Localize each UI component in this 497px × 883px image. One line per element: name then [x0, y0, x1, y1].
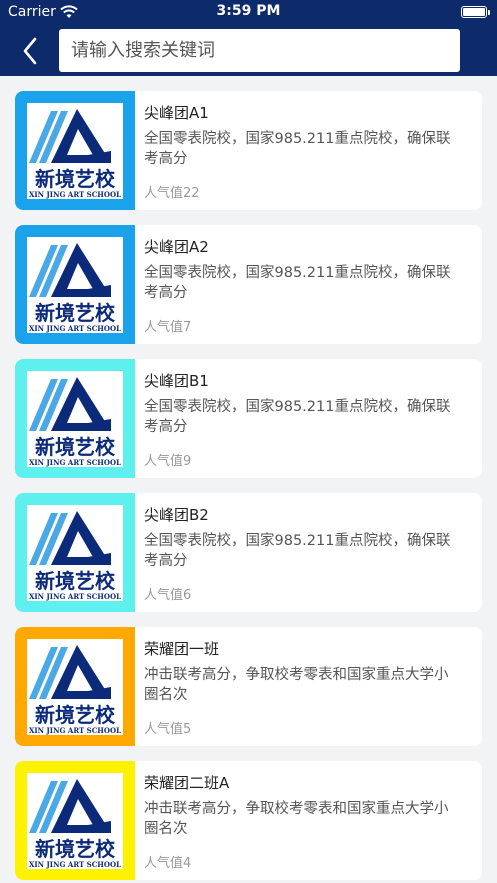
school-logo: 新境艺校 XIN JING ART SCHOOL: [15, 761, 135, 880]
item-description: 全国零表院校，国家985.211重点院校，确保联考高分: [144, 131, 451, 167]
logo-mark: 新境艺校XIN JING ART SCHOOL: [27, 773, 123, 869]
item-description: 冲击联考高分，争取校考零表和国家重点大学小圈名次: [144, 801, 449, 837]
logo-chinese-text: 新境艺校: [35, 837, 116, 861]
logo-chinese-text: 新境艺校: [35, 703, 116, 727]
item-description: 全国零表院校，国家985.211重点院校，确保联考高分: [144, 399, 451, 435]
list-item[interactable]: 新境艺校 XIN JING ART SCHOOL 尖峰团A1 全国零表院校，国家9…: [15, 91, 482, 210]
logo-mark: 新境艺校XIN JING ART SCHOOL: [27, 237, 123, 333]
list-item[interactable]: 新境艺校 XIN JING ART SCHOOL 尖峰团A2 全国零表院校，国家9…: [15, 225, 482, 344]
item-popularity: 人气值22: [144, 186, 200, 201]
logo-chinese-text: 新境艺校: [35, 301, 116, 325]
item-description: 全国零表院校，国家985.211重点院校，确保联考高分: [144, 533, 451, 569]
status-time: 3:59 PM: [216, 3, 281, 19]
item-title: 尖峰团B1: [144, 372, 209, 390]
nav-header: Carrier 3:59 PM: [0, 0, 497, 76]
list-item[interactable]: 新境艺校 XIN JING ART SCHOOL 尖峰团B1 全国零表院校，国家9…: [15, 359, 482, 478]
logo-english-text: XIN JING ART SCHOOL: [29, 860, 121, 869]
item-title: 荣耀团一班: [144, 640, 220, 658]
logo-mark: 新境艺校XIN JING ART SCHOOL: [27, 639, 123, 735]
logo-mark: 新境艺校XIN JING ART SCHOOL: [27, 371, 123, 467]
item-popularity: 人气值6: [144, 588, 192, 603]
logo-chinese-text: 新境艺校: [35, 569, 116, 593]
item-popularity: 人气值4: [144, 856, 192, 871]
logo-mark: 新境艺校XIN JING ART SCHOOL: [27, 505, 123, 601]
logo-mark: 新境艺校XIN JING ART SCHOOL: [27, 103, 123, 199]
item-popularity: 人气值9: [144, 454, 192, 469]
logo-english-text: XIN JING ART SCHOOL: [29, 458, 121, 467]
list-item[interactable]: 新境艺校 XIN JING ART SCHOOL 荣耀团一班 冲击联考高分，争取校…: [15, 627, 482, 746]
search-input[interactable]: [59, 29, 460, 72]
back-button[interactable]: [12, 33, 48, 69]
logo-english-text: XIN JING ART SCHOOL: [29, 324, 121, 333]
school-logo: 新境艺校 XIN JING ART SCHOOL: [15, 91, 135, 210]
item-title: 尖峰团A1: [144, 104, 209, 122]
battery-fill: [463, 8, 485, 16]
chevron-left-icon: [23, 37, 37, 65]
battery-cap: [488, 10, 490, 15]
item-title: 尖峰团B2: [144, 506, 209, 524]
school-logo: 新境艺校 XIN JING ART SCHOOL: [15, 493, 135, 612]
school-logo: 新境艺校 XIN JING ART SCHOOL: [15, 359, 135, 478]
logo-english-text: XIN JING ART SCHOOL: [29, 190, 121, 199]
list-item[interactable]: 新境艺校 XIN JING ART SCHOOL 荣耀团二班A 冲击联考高分，争取…: [15, 761, 482, 880]
item-description: 全国零表院校，国家985.211重点院校，确保联考高分: [144, 265, 451, 301]
battery-icon: [461, 6, 490, 18]
logo-chinese-text: 新境艺校: [35, 167, 116, 191]
item-popularity: 人气值7: [144, 320, 192, 335]
list-item[interactable]: 新境艺校 XIN JING ART SCHOOL 尖峰团B2 全国零表院校，国家9…: [15, 493, 482, 612]
status-bar: Carrier 3:59 PM: [0, 0, 497, 24]
item-popularity: 人气值5: [144, 722, 192, 737]
logo-chinese-text: 新境艺校: [35, 435, 116, 459]
logo-english-text: XIN JING ART SCHOOL: [29, 726, 121, 735]
item-title: 荣耀团二班A: [144, 774, 230, 792]
logo-english-text: XIN JING ART SCHOOL: [29, 592, 121, 601]
item-description: 冲击联考高分，争取校考零表和国家重点大学小圈名次: [144, 667, 449, 703]
school-logo: 新境艺校 XIN JING ART SCHOOL: [15, 627, 135, 746]
group-list: 新境艺校 XIN JING ART SCHOOL 尖峰团A1 全国零表院校，国家9…: [15, 91, 482, 883]
school-logo: 新境艺校 XIN JING ART SCHOOL: [15, 225, 135, 344]
item-title: 尖峰团A2: [144, 238, 209, 256]
